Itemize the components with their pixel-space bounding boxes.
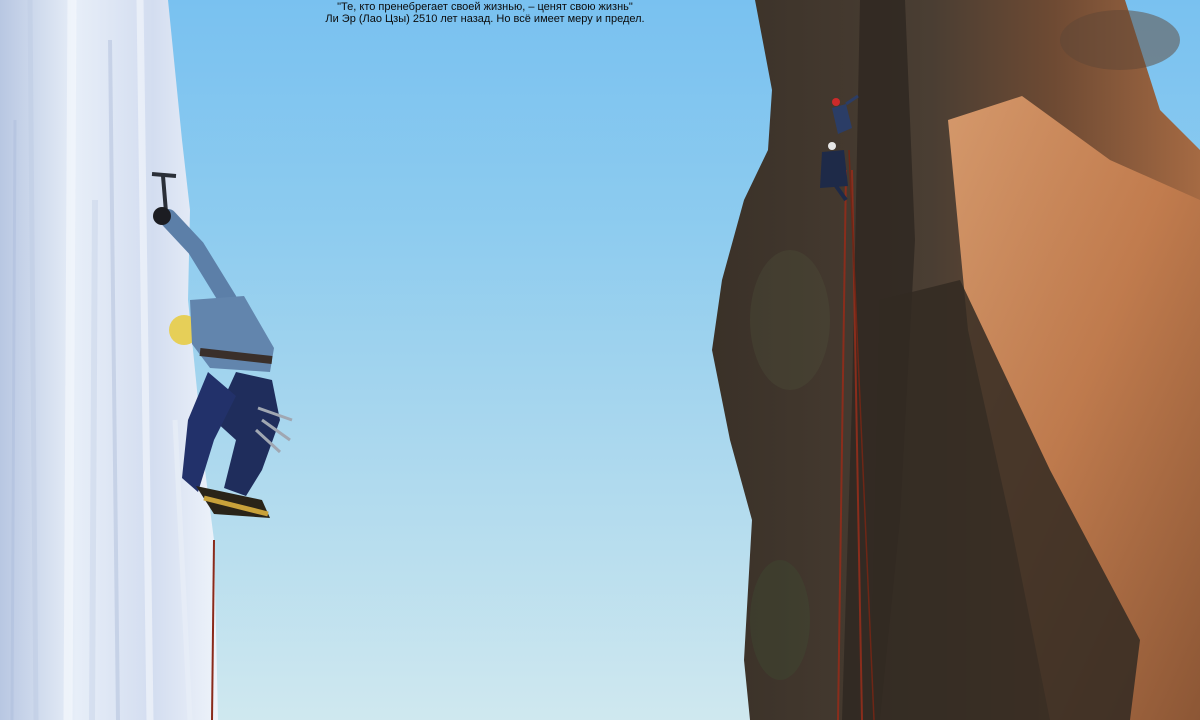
rock-tower — [712, 0, 1200, 720]
quote-caption: "Те, кто пренебрегает своей жизнью, – це… — [230, 1, 740, 25]
scene-illustration — [0, 0, 1200, 720]
photo: "Те, кто пренебрегает своей жизнью, – це… — [0, 0, 1200, 720]
quote-text: "Те, кто пренебрегает своей жизнью, – це… — [337, 1, 633, 13]
ice-waterfall — [0, 0, 218, 720]
quote-attribution: Ли Эр (Лао Цзы) 2510 лет назад. Но всё и… — [325, 13, 645, 25]
